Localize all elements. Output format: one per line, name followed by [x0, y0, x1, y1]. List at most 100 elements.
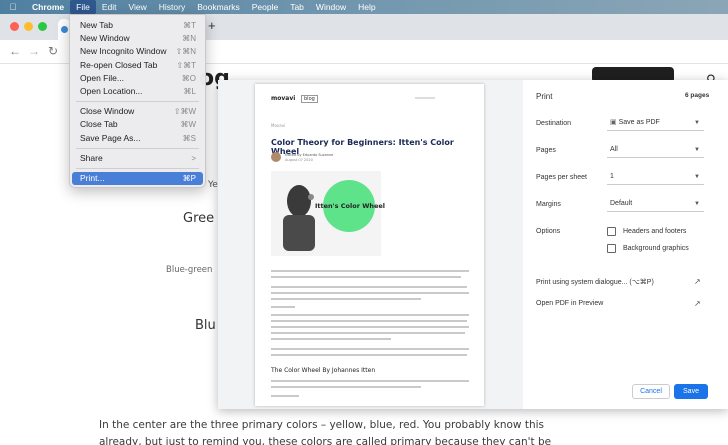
menu-view[interactable]: View	[122, 0, 152, 14]
margins-value: Default	[610, 200, 633, 207]
tab-favicon-icon	[61, 26, 68, 33]
paragraph-line-2: already, but just to remind you, these c…	[99, 436, 552, 445]
menu-item-new-incognito-window[interactable]: New Incognito Window ⇧⌘N	[72, 45, 203, 58]
menu-item-label: New Window	[80, 33, 130, 44]
blue-label: Blu	[195, 318, 216, 333]
preview-text-line	[271, 320, 467, 322]
preview-text-line	[271, 348, 469, 350]
destination-value: Save as PDF	[618, 119, 660, 126]
preview-text-line	[271, 326, 469, 328]
cancel-button[interactable]: Cancel	[632, 384, 670, 399]
pages-per-sheet-select[interactable]: 1 ▼	[607, 170, 704, 185]
preview-text-line	[271, 395, 299, 397]
preview-text-line	[271, 386, 421, 388]
preview-text-line	[271, 298, 421, 300]
print-dialog: movavi blog Movavi Color Theory for Begi…	[218, 80, 728, 409]
open-pdf-link[interactable]: Open PDF in Preview	[536, 300, 603, 307]
preview-breadcrumb: Movavi	[271, 123, 286, 128]
background-graphics-checkbox[interactable]	[607, 244, 616, 253]
menu-item-new-window[interactable]: New Window ⌘N	[72, 32, 203, 45]
menu-history[interactable]: History	[153, 0, 191, 14]
menu-item-shortcut: ⌘W	[180, 120, 196, 130]
menu-item-shortcut: ⇧⌘T	[176, 60, 196, 70]
external-link-icon[interactable]: ↗	[694, 299, 701, 308]
preview-text-line	[271, 354, 467, 356]
pages-value: All	[610, 146, 618, 153]
preview-text-line	[271, 314, 469, 316]
menu-file[interactable]: File	[70, 0, 96, 14]
back-arrow-icon[interactable]: ←	[9, 44, 21, 58]
menu-item-label: Re-open Closed Tab	[80, 59, 158, 70]
menu-item-label: New Incognito Window	[80, 46, 167, 57]
preview-text-line	[271, 286, 467, 288]
menu-item-share[interactable]: Share >	[72, 152, 203, 165]
system-dialog-link[interactable]: Print using system dialogue... (⌥⌘P)	[536, 278, 654, 286]
chevron-down-icon: ▼	[694, 201, 700, 207]
menu-item-label: Close Tab	[80, 119, 118, 130]
new-tab-button[interactable]: +	[208, 18, 216, 33]
chevron-down-icon: ▼	[694, 120, 700, 126]
pages-select[interactable]: All ▼	[607, 143, 704, 158]
menu-edit[interactable]: Edit	[96, 0, 123, 14]
menu-separator	[76, 147, 199, 149]
menu-item-shortcut: ⌘P	[182, 173, 196, 183]
headers-footers-checkbox[interactable]	[607, 227, 616, 236]
chevron-down-icon: ▼	[694, 174, 700, 180]
close-window-button[interactable]	[10, 22, 19, 31]
minimize-window-button[interactable]	[24, 22, 33, 31]
destination-label: Destination	[536, 120, 572, 127]
menu-item-open-file[interactable]: Open File... ⌘O	[72, 72, 203, 85]
file-menu-dropdown: New Tab ⌘T New Window ⌘N New Incognito Win…	[69, 14, 206, 188]
external-link-icon[interactable]: ↗	[694, 277, 701, 286]
forward-arrow-icon[interactable]: →	[28, 44, 40, 58]
menu-item-print[interactable]: Print... ⌘P	[72, 171, 203, 186]
green-label: Gree	[183, 211, 215, 226]
reload-icon[interactable]: ↻	[48, 44, 58, 58]
menu-tab[interactable]: Tab	[284, 0, 310, 14]
menu-item-close-tab[interactable]: Close Tab ⌘W	[72, 118, 203, 131]
preview-brand: movavi	[271, 95, 296, 102]
pages-per-sheet-label: Pages per sheet	[536, 174, 587, 181]
menu-item-shortcut: ⇧⌘W	[173, 107, 196, 117]
background-graphics-label: Background graphics	[623, 245, 689, 252]
yellow-fragment: Ye	[208, 180, 218, 190]
preview-text-line	[271, 380, 469, 382]
destination-select[interactable]: ▣ Save as PDF ▼	[607, 116, 704, 131]
menu-window[interactable]: Window	[310, 0, 352, 14]
menu-item-save-page-as[interactable]: Save Page As... ⌘S	[72, 132, 203, 145]
menu-help[interactable]: Help	[352, 0, 381, 14]
menu-item-new-tab[interactable]: New Tab ⌘T	[72, 19, 203, 32]
zoom-window-button[interactable]	[38, 22, 47, 31]
menu-separator	[76, 101, 199, 103]
file-icon: ▣	[610, 119, 617, 126]
margins-select[interactable]: Default ▼	[607, 197, 704, 212]
menu-bookmarks[interactable]: Bookmarks	[191, 0, 246, 14]
headers-footers-label: Headers and footers	[623, 228, 687, 235]
chevron-right-icon: >	[191, 153, 196, 163]
print-title: Print	[536, 92, 553, 101]
menu-item-reopen-closed-tab[interactable]: Re-open Closed Tab ⇧⌘T	[72, 59, 203, 72]
print-settings-panel: Print 6 pages Destination ▣ Save as PDF …	[523, 80, 728, 409]
blue-green-label: Blue-green	[166, 265, 213, 275]
save-button[interactable]: Save	[674, 384, 708, 399]
menu-item-open-location[interactable]: Open Location... ⌘L	[72, 85, 203, 98]
menu-item-shortcut: ⌘S	[182, 133, 196, 143]
preview-text-line	[271, 292, 469, 294]
macos-menu-bar:  Chrome File Edit View History Bookmark…	[0, 0, 728, 14]
menu-item-label: Open Location...	[80, 85, 143, 96]
menu-people[interactable]: People	[246, 0, 284, 14]
print-page-count: 6 pages	[685, 92, 710, 99]
print-preview-page: movavi blog Movavi Color Theory for Begi…	[255, 84, 484, 406]
menu-item-close-window[interactable]: Close Window ⇧⌘W	[72, 105, 203, 118]
menu-item-shortcut: ⌘N	[182, 34, 196, 44]
options-label: Options	[536, 228, 561, 235]
preview-hero-illustration	[283, 180, 375, 251]
preview-text-line	[271, 276, 461, 278]
menu-separator	[76, 167, 199, 169]
preview-hero-image	[271, 171, 381, 256]
menu-chrome[interactable]: Chrome	[26, 0, 70, 14]
apple-icon[interactable]: 	[0, 2, 26, 12]
preview-search-box	[415, 97, 435, 99]
menu-item-label: New Tab	[80, 20, 113, 30]
preview-text-line	[271, 338, 391, 340]
